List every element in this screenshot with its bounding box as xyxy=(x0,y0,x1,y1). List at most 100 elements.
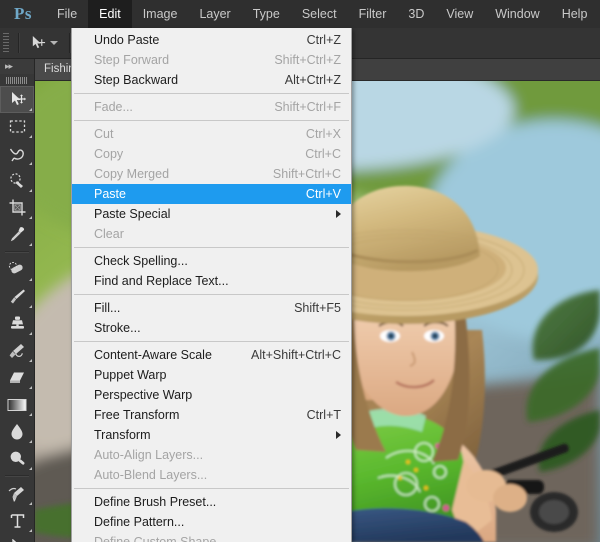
menu-item-cut: Cut Ctrl+X xyxy=(72,124,351,144)
menu-file[interactable]: File xyxy=(46,0,88,28)
menu-item-label: Cut xyxy=(94,127,114,141)
menu-item-shortcut: Alt+Shift+Ctrl+C xyxy=(251,348,341,362)
menu-3d[interactable]: 3D xyxy=(397,0,435,28)
menu-view[interactable]: View xyxy=(435,0,484,28)
rectangular-marquee-icon xyxy=(9,120,25,133)
tool-history-brush[interactable] xyxy=(0,337,34,364)
menu-item-label: Content-Aware Scale xyxy=(94,348,212,362)
menu-item-label: Perspective Warp xyxy=(94,388,193,402)
menu-item-shortcut: Ctrl+Z xyxy=(306,33,341,47)
menu-window[interactable]: Window xyxy=(484,0,550,28)
tool-marquee[interactable] xyxy=(0,113,34,140)
tool-gradient[interactable] xyxy=(0,391,34,418)
dodge-icon xyxy=(10,451,24,465)
photoshop-window: Fishing.JPG @ 25% (Layer 1, RGB/8) * × ▸… xyxy=(0,0,600,542)
tool-blur[interactable] xyxy=(0,418,34,445)
eraser-icon xyxy=(10,372,24,383)
menu-item-undo-paste[interactable]: Undo Paste Ctrl+Z xyxy=(72,30,351,50)
chevron-down-icon[interactable] xyxy=(50,41,58,45)
type-tool-icon xyxy=(10,513,24,528)
menu-item-shortcut: Shift+Ctrl+F xyxy=(274,100,341,114)
tool-pen[interactable] xyxy=(0,480,34,507)
tools-panel-drag-handle[interactable] xyxy=(0,74,34,86)
menu-item-auto-blend-layers: Auto-Blend Layers... xyxy=(72,465,351,485)
menu-item-shortcut: Ctrl+C xyxy=(305,147,341,161)
menu-item-label: Define Custom Shape... xyxy=(94,535,227,542)
tool-spot-healing[interactable] xyxy=(0,256,34,283)
menu-item-shortcut: Ctrl+X xyxy=(305,127,341,141)
tool-move[interactable] xyxy=(0,86,34,113)
tool-crop[interactable] xyxy=(0,194,34,221)
menu-item-content-aware-scale[interactable]: Content-Aware Scale Alt+Shift+Ctrl+C xyxy=(72,345,351,365)
tools-divider xyxy=(5,251,29,253)
pen-icon xyxy=(8,487,24,502)
tools-panel: ▸▸ xyxy=(0,58,35,542)
menu-item-label: Paste Special xyxy=(94,207,171,221)
tool-brush[interactable] xyxy=(0,283,34,310)
menu-item-paste[interactable]: Paste Ctrl+V xyxy=(72,184,351,204)
menu-item-label: Step Forward xyxy=(94,53,170,67)
menu-item-label: Puppet Warp xyxy=(94,368,167,382)
menu-item-perspective-warp[interactable]: Perspective Warp xyxy=(72,385,351,405)
menu-item-shortcut: Alt+Ctrl+Z xyxy=(284,73,341,87)
menu-type[interactable]: Type xyxy=(242,0,291,28)
menu-item-shortcut: Shift+Ctrl+C xyxy=(272,167,341,181)
crop-icon xyxy=(9,199,25,216)
menu-item-label: Define Brush Preset... xyxy=(94,495,217,509)
menu-separator xyxy=(74,341,349,342)
options-bar-drag-handle[interactable] xyxy=(3,33,9,53)
clone-stamp-icon xyxy=(10,316,24,329)
menu-item-fill[interactable]: Fill... Shift+F5 xyxy=(72,298,351,318)
menu-item-label: Paste xyxy=(94,187,126,201)
menu-item-label: Transform xyxy=(94,428,151,442)
menu-filter[interactable]: Filter xyxy=(348,0,398,28)
menu-item-label: Step Backward xyxy=(94,73,179,87)
menu-item-find-and-replace-text[interactable]: Find and Replace Text... xyxy=(72,271,351,291)
menu-separator xyxy=(74,294,349,295)
gradient-icon xyxy=(7,398,27,411)
tool-quick-selection[interactable] xyxy=(0,167,34,194)
tool-clone-stamp[interactable] xyxy=(0,310,34,337)
edit-menu-dropdown: Undo Paste Ctrl+Z Step Forward Shift+Ctrl+Z… xyxy=(71,28,352,542)
tool-path-selection[interactable] xyxy=(0,534,34,542)
menu-item-paste-special[interactable]: Paste Special xyxy=(72,204,351,224)
menu-item-copy-merged: Copy Merged Shift+Ctrl+C xyxy=(72,164,351,184)
menu-image[interactable]: Image xyxy=(132,0,189,28)
menu-item-label: Undo Paste xyxy=(94,33,160,47)
tool-eyedropper[interactable] xyxy=(0,221,34,248)
menu-item-shortcut: Ctrl+T xyxy=(306,408,341,422)
menu-item-clear: Clear xyxy=(72,224,351,244)
submenu-arrow-icon xyxy=(336,210,341,218)
tool-eraser[interactable] xyxy=(0,364,34,391)
menu-item-define-brush-preset[interactable]: Define Brush Preset... xyxy=(72,492,351,512)
menu-item-shortcut: Shift+Ctrl+Z xyxy=(274,53,341,67)
menu-item-shortcut: Shift+F5 xyxy=(294,301,341,315)
submenu-arrow-icon xyxy=(336,431,341,439)
menu-item-free-transform[interactable]: Free Transform Ctrl+T xyxy=(72,405,351,425)
menu-separator xyxy=(74,488,349,489)
menu-item-label: Stroke... xyxy=(94,321,141,335)
tool-type[interactable] xyxy=(0,507,34,534)
current-tool-preset[interactable] xyxy=(24,35,64,51)
menu-help[interactable]: Help xyxy=(551,0,599,28)
menu-item-check-spelling[interactable]: Check Spelling... xyxy=(72,251,351,271)
menu-item-label: Copy xyxy=(94,147,124,161)
menu-item-puppet-warp[interactable]: Puppet Warp xyxy=(72,365,351,385)
menu-item-label: Auto-Blend Layers... xyxy=(94,468,208,482)
double-chevron-right-icon: ▸▸ xyxy=(5,60,13,71)
tools-collapse-button[interactable]: ▸▸ xyxy=(0,58,34,74)
menu-item-define-custom-shape: Define Custom Shape... xyxy=(72,532,351,542)
menu-select[interactable]: Select xyxy=(291,0,348,28)
menu-item-label: Free Transform xyxy=(94,408,180,422)
menu-item-define-pattern[interactable]: Define Pattern... xyxy=(72,512,351,532)
options-divider xyxy=(18,33,19,53)
menu-item-step-backward[interactable]: Step Backward Alt+Ctrl+Z xyxy=(72,70,351,90)
tool-dodge[interactable] xyxy=(0,445,34,472)
tool-lasso[interactable] xyxy=(0,140,34,167)
menu-item-auto-align-layers: Auto-Align Layers... xyxy=(72,445,351,465)
menu-item-label: Define Pattern... xyxy=(94,515,185,529)
menu-item-transform[interactable]: Transform xyxy=(72,425,351,445)
menu-item-stroke[interactable]: Stroke... xyxy=(72,318,351,338)
menu-edit[interactable]: Edit xyxy=(88,0,132,28)
menu-layer[interactable]: Layer xyxy=(188,0,241,28)
